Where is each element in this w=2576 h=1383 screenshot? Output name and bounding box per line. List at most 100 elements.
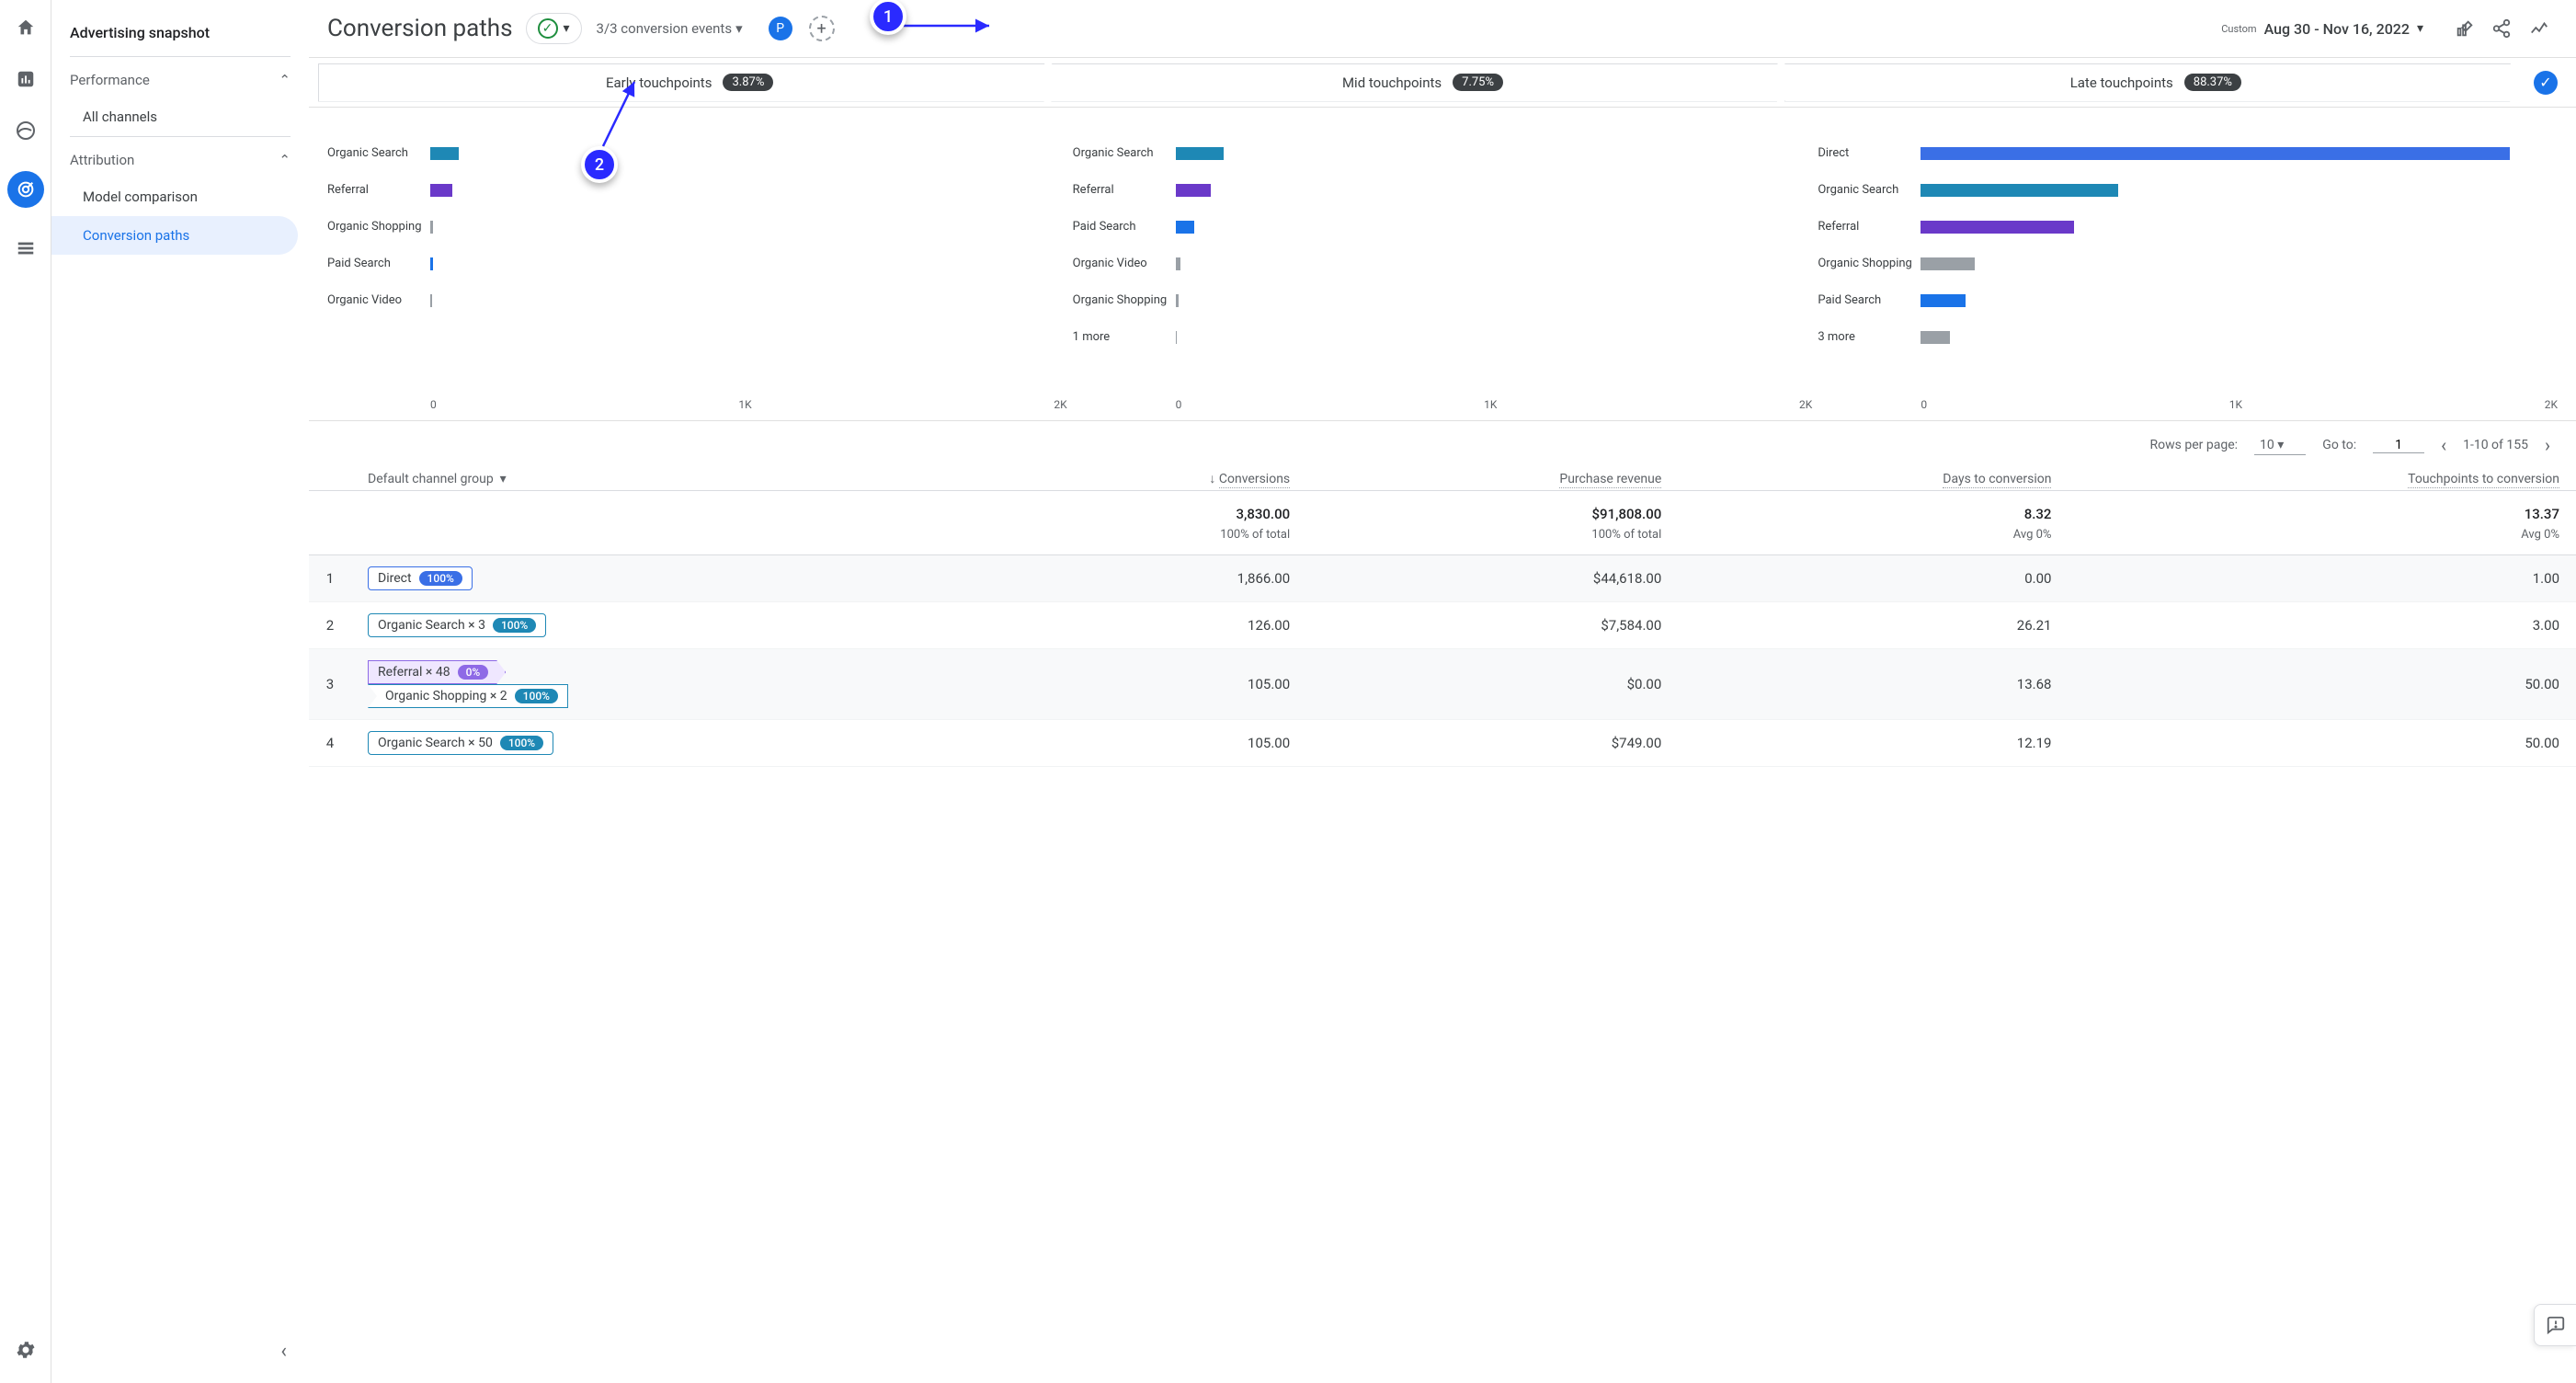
bar-label: 1 more — [1073, 330, 1170, 345]
dimension-header[interactable]: Default channel group ▾ — [351, 462, 994, 491]
nav-item-all-channels[interactable]: All channels — [51, 97, 298, 136]
chip-pill: 100% — [500, 736, 543, 750]
path-cell: Organic Search × 50100% — [351, 720, 994, 767]
table-controls: Rows per page: 10 ▾ Go to: ‹ 1-10 of 155… — [309, 421, 2576, 462]
rows-per-page-select[interactable]: 10 ▾ — [2254, 436, 2306, 455]
chevron-down-icon: ▾ — [735, 20, 743, 37]
cell-value: 50.00 — [2068, 720, 2576, 767]
share-icon[interactable] — [2491, 18, 2512, 39]
add-filter-button[interactable]: + — [809, 16, 835, 41]
page-title: Conversion paths — [327, 15, 513, 42]
bar-row: Paid Search — [1073, 209, 1813, 246]
cell-value: $0.00 — [1306, 649, 1678, 720]
bar-fill — [1176, 257, 1180, 270]
chevron-up-icon: ⌃ — [279, 72, 291, 88]
path-cell: Organic Search × 3100% — [351, 602, 994, 649]
bar-label: Organic Search — [1818, 183, 1915, 198]
date-range-picker[interactable]: Custom Aug 30 - Nov 16, 2022 ▾ — [2221, 20, 2423, 38]
bar-fill — [430, 257, 433, 270]
nav-section-performance[interactable]: Performance ⌃ — [51, 57, 309, 97]
row-index: 4 — [309, 720, 351, 767]
total-revenue: $91,808.00 — [1306, 491, 1678, 529]
chip-pill: 0% — [458, 665, 489, 680]
bar-row: Referral — [1073, 172, 1813, 209]
customize-report-icon[interactable] — [2455, 18, 2475, 39]
bar-fill — [430, 147, 459, 160]
chip-pill: 100% — [493, 618, 536, 633]
goto-input[interactable] — [2373, 438, 2424, 453]
bar-fill — [1176, 184, 1211, 197]
annotation-1-arrow — [897, 13, 998, 39]
bar-row: Organic Video — [327, 282, 1067, 319]
col-conversions[interactable]: ↓ Conversions — [994, 462, 1306, 491]
bar-label: Paid Search — [327, 257, 425, 271]
chevron-down-icon: ▾ — [500, 472, 507, 486]
axis-tick: 0 — [430, 398, 437, 411]
bar-fill — [1921, 184, 2118, 197]
bar-fill — [1921, 331, 1949, 344]
table-row[interactable]: 2Organic Search × 3100%126.00$7,584.0026… — [309, 602, 2576, 649]
tab-pct-badge: 88.37% — [2184, 74, 2241, 91]
nav-section-label: Attribution — [70, 152, 134, 168]
configure-icon[interactable] — [15, 237, 37, 259]
chip-pill: 100% — [419, 571, 462, 586]
total-days: 8.32 — [1678, 491, 2068, 529]
row-index: 1 — [309, 555, 351, 602]
end-check-icon: ✓ — [2534, 71, 2558, 95]
tab-early-touchpoints[interactable]: Early touchpoints 3.87% — [318, 63, 1060, 102]
cell-value: 13.68 — [1678, 649, 2068, 720]
settings-icon[interactable] — [15, 1339, 37, 1361]
chip-label: Organic Shopping × 2 — [385, 689, 507, 703]
bar-fill — [1921, 147, 2510, 160]
total-touchpoints: 13.37 — [2068, 491, 2576, 529]
collapse-nav-icon[interactable]: ‹ — [280, 1340, 287, 1363]
row-index: 2 — [309, 602, 351, 649]
advertising-icon[interactable] — [7, 171, 44, 208]
status-chip[interactable]: ✓ ▾ — [526, 13, 582, 44]
filter-badge[interactable]: P — [769, 17, 792, 40]
feedback-button[interactable] — [2534, 1304, 2576, 1346]
check-circle-icon: ✓ — [538, 18, 558, 39]
bar-label: Paid Search — [1818, 293, 1915, 308]
conversion-events-dropdown[interactable]: 3/3 conversion events ▾ — [597, 20, 743, 37]
axis-tick: 1K — [2229, 398, 2242, 411]
insights-icon[interactable] — [2528, 18, 2550, 39]
reports-icon[interactable] — [15, 68, 37, 90]
bar-row: Organic Search — [327, 135, 1067, 172]
bar-row: Paid Search — [1818, 282, 2558, 319]
row-index: 3 — [309, 649, 351, 720]
cell-value: 1,866.00 — [994, 555, 1306, 602]
bar-row: Organic Search — [1818, 172, 2558, 209]
cell-value: 3.00 — [2068, 602, 2576, 649]
col-days[interactable]: Days to conversion — [1678, 462, 2068, 491]
bar-label: Organic Search — [1073, 146, 1170, 161]
bar-row: Referral — [1818, 209, 2558, 246]
table-row[interactable]: 1Direct100%1,866.00$44,618.000.001.00 — [309, 555, 2576, 602]
explore-icon[interactable] — [15, 120, 37, 142]
custom-label: Custom — [2221, 23, 2256, 35]
home-icon[interactable] — [15, 17, 37, 39]
prev-page-icon[interactable]: ‹ — [2441, 434, 2446, 456]
icon-rail — [0, 0, 51, 1383]
chevron-down-icon: ▾ — [2417, 21, 2423, 36]
bar-fill — [430, 294, 432, 307]
nav-section-label: Performance — [70, 72, 150, 88]
chevron-up-icon: ⌃ — [279, 152, 291, 168]
bar-fill — [1176, 294, 1179, 307]
cell-value: 26.21 — [1678, 602, 2068, 649]
rows-per-page-label: Rows per page: — [2150, 438, 2238, 452]
bar-row: Organic Shopping — [1073, 282, 1813, 319]
nav-item-model-comparison[interactable]: Model comparison — [51, 177, 298, 216]
col-touchpoints[interactable]: Touchpoints to conversion — [2068, 462, 2576, 491]
nav-section-attribution[interactable]: Attribution ⌃ — [51, 137, 309, 177]
tab-mid-touchpoints[interactable]: Mid touchpoints 7.75% — [1051, 63, 1793, 102]
col-revenue[interactable]: Purchase revenue — [1306, 462, 1678, 491]
nav-item-conversion-paths[interactable]: Conversion paths — [51, 216, 298, 255]
next-page-icon[interactable]: › — [2545, 434, 2550, 456]
nav-title: Advertising snapshot — [51, 24, 309, 56]
date-range-text: Aug 30 - Nov 16, 2022 — [2264, 20, 2410, 38]
tab-late-touchpoints[interactable]: Late touchpoints 88.37% — [1784, 63, 2526, 102]
table-row[interactable]: 4Organic Search × 50100%105.00$749.0012.… — [309, 720, 2576, 767]
table-row[interactable]: 3Referral × 480%Organic Shopping × 2100%… — [309, 649, 2576, 720]
chart-late: DirectOrganic SearchReferralOrganic Shop… — [1818, 135, 2558, 411]
